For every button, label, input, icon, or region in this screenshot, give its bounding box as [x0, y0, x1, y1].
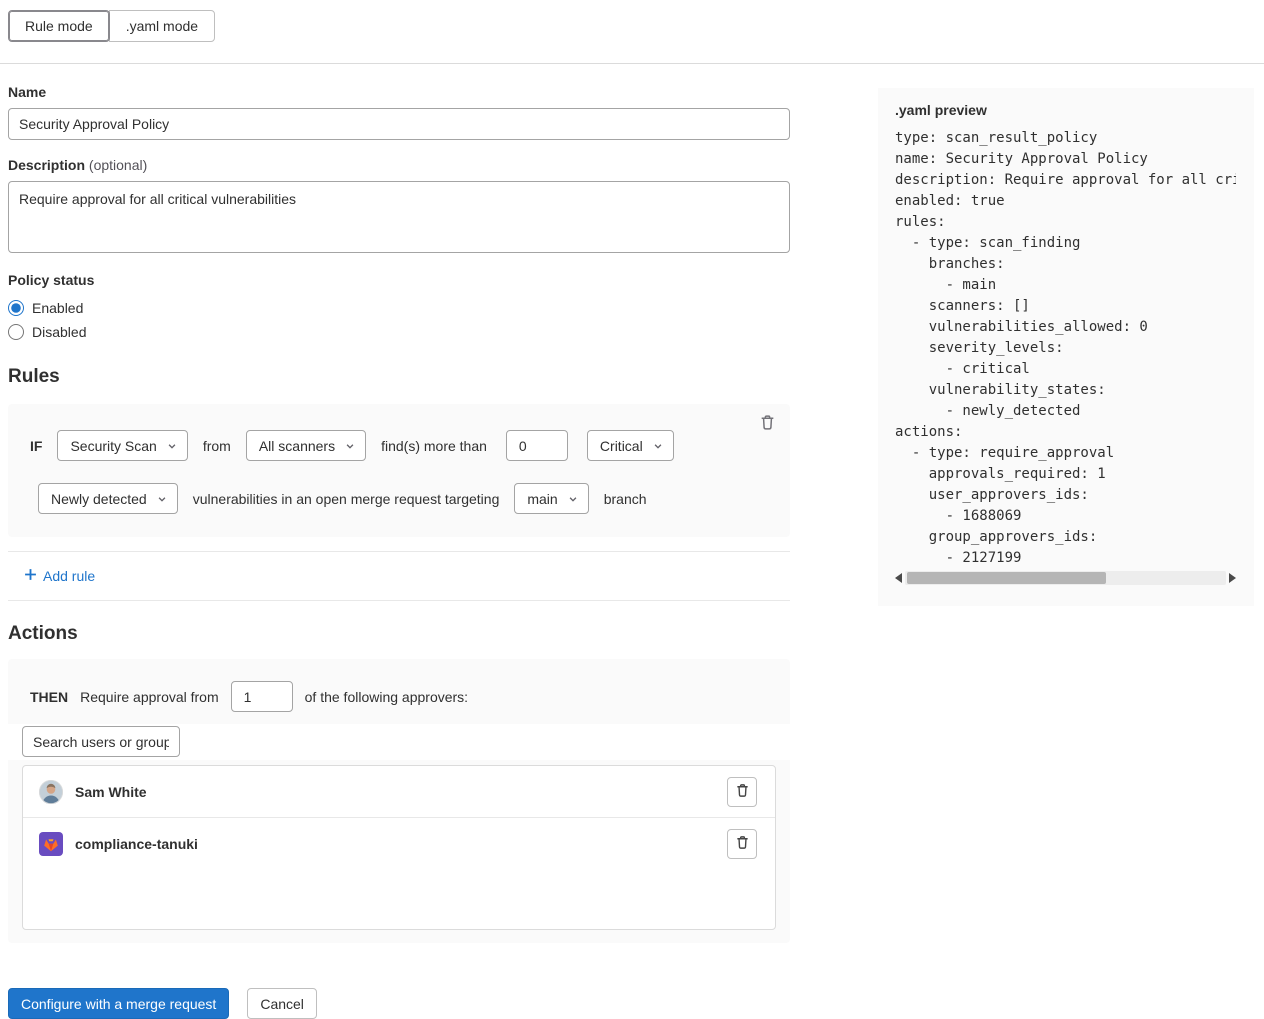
remove-approver-button[interactable]: [727, 829, 757, 859]
cancel-button[interactable]: Cancel: [247, 988, 317, 1019]
branch-suffix-label: branch: [604, 491, 647, 507]
chevron-down-icon: [157, 491, 167, 507]
vulnerability-state-value: Newly detected: [51, 491, 147, 507]
remove-approver-button[interactable]: [727, 777, 757, 807]
approver-name: Sam White: [75, 784, 147, 800]
yaml-preview-panel: .yaml preview type: scan_result_policy n…: [878, 88, 1254, 606]
plus-icon: [24, 568, 37, 584]
add-rule-button[interactable]: Add rule: [24, 568, 95, 584]
chevron-down-icon: [167, 438, 177, 454]
vulnerabilities-allowed-input[interactable]: [506, 430, 568, 461]
severity-dropdown[interactable]: Critical: [587, 430, 674, 461]
scrollbar-track[interactable]: [905, 571, 1226, 585]
severity-value: Critical: [600, 438, 643, 454]
policy-description-textarea[interactable]: Require approval for all critical vulner…: [8, 181, 790, 253]
yaml-preview-title: .yaml preview: [895, 102, 1236, 118]
enabled-radio-label: Enabled: [32, 300, 83, 316]
approver-row-user: Sam White: [23, 766, 775, 818]
from-label: from: [203, 438, 231, 454]
rule-row-1: IF Security Scan from All scanners find(…: [30, 430, 774, 461]
trash-icon: [735, 835, 750, 853]
scan-type-dropdown[interactable]: Security Scan: [57, 430, 187, 461]
add-rule-label: Add rule: [43, 568, 95, 584]
then-row: THEN Require approval from of the follow…: [8, 659, 790, 718]
description-label-text: Description: [8, 157, 85, 173]
approver-search-strip: [8, 724, 790, 760]
disabled-radio[interactable]: [8, 324, 24, 340]
enabled-radio[interactable]: [8, 300, 24, 316]
if-keyword: IF: [30, 438, 42, 454]
targeting-label: vulnerabilities in an open merge request…: [193, 491, 500, 507]
yaml-horizontal-scrollbar[interactable]: [895, 570, 1236, 585]
scrollbar-thumb[interactable]: [907, 572, 1106, 584]
tab-rule-mode[interactable]: Rule mode: [8, 10, 110, 42]
trash-icon: [735, 783, 750, 801]
rule-row-2: Newly detected vulnerabilities in an ope…: [38, 483, 774, 514]
scrollbar-left-arrow-icon[interactable]: [895, 573, 902, 583]
policy-status-enabled-option: Enabled: [8, 296, 790, 320]
policy-status-disabled-option: Disabled: [8, 320, 790, 344]
policy-form: Name Description (optional) Require appr…: [8, 84, 790, 1019]
form-footer: Configure with a merge request Cancel: [8, 988, 790, 1019]
finds-more-than-label: find(s) more than: [381, 438, 487, 454]
chevron-down-icon: [568, 491, 578, 507]
header-divider: [0, 63, 1264, 64]
approvers-list: Sam White: [22, 765, 776, 930]
approvals-required-input[interactable]: [231, 681, 293, 712]
rules-heading: Rules: [8, 366, 790, 388]
yaml-preview-code: type: scan_result_policy name: Security …: [895, 128, 1236, 569]
policy-status-label: Policy status: [8, 272, 790, 288]
name-label: Name: [8, 84, 790, 100]
action-card: THEN Require approval from of the follow…: [8, 659, 790, 943]
tab-yaml-mode[interactable]: .yaml mode: [109, 10, 215, 42]
user-avatar: [39, 780, 63, 804]
configure-merge-request-button[interactable]: Configure with a merge request: [8, 988, 229, 1019]
approver-row-group: compliance-tanuki: [23, 818, 775, 870]
branch-value: main: [527, 491, 557, 507]
trash-icon: [759, 419, 776, 434]
scan-type-value: Security Scan: [70, 438, 156, 454]
scrollbar-right-arrow-icon[interactable]: [1229, 573, 1236, 583]
description-optional-text: (optional): [89, 157, 147, 173]
then-keyword: THEN: [30, 689, 68, 705]
add-rule-strip: Add rule: [8, 551, 790, 601]
approver-name: compliance-tanuki: [75, 836, 198, 852]
policy-name-input[interactable]: [8, 108, 790, 140]
chevron-down-icon: [345, 438, 355, 454]
scanners-dropdown[interactable]: All scanners: [246, 430, 366, 461]
of-approvers-label: of the following approvers:: [305, 689, 468, 705]
approver-search-input[interactable]: [22, 726, 180, 757]
scanners-value: All scanners: [259, 438, 335, 454]
vulnerability-state-dropdown[interactable]: Newly detected: [38, 483, 178, 514]
delete-rule-button[interactable]: [757, 412, 778, 436]
chevron-down-icon: [653, 438, 663, 454]
policy-editor-mode-tabs: Rule mode .yaml mode: [8, 10, 215, 42]
group-avatar: [39, 832, 63, 856]
require-approval-label: Require approval from: [80, 689, 219, 705]
disabled-radio-label: Disabled: [32, 324, 86, 340]
rule-card: IF Security Scan from All scanners find(…: [8, 404, 790, 537]
actions-heading: Actions: [8, 623, 790, 645]
branch-dropdown[interactable]: main: [514, 483, 588, 514]
description-label: Description (optional): [8, 157, 790, 173]
